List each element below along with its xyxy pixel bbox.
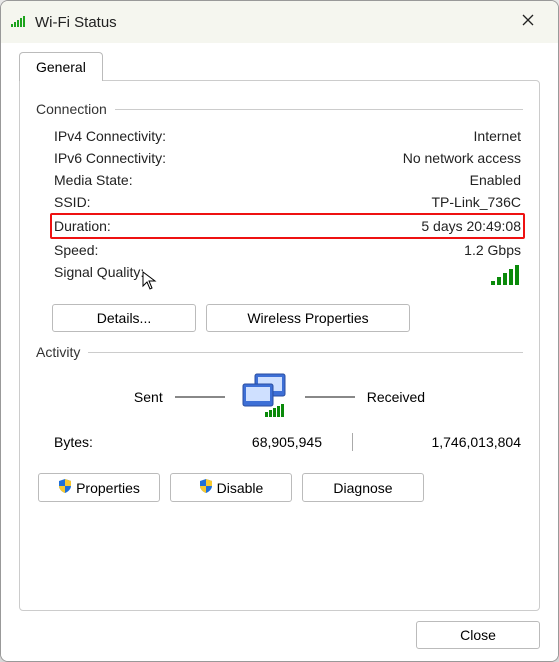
row-media-state: Media State: Enabled	[52, 169, 523, 191]
row-ipv4: IPv4 Connectivity: Internet	[52, 125, 523, 147]
row-ipv6: IPv6 Connectivity: No network access	[52, 147, 523, 169]
connection-group-label: Connection	[36, 101, 107, 117]
details-button[interactable]: Details...	[52, 304, 196, 332]
properties-button[interactable]: Properties	[38, 473, 160, 502]
duration-label: Duration:	[54, 218, 111, 234]
row-bytes: Bytes: 68,905,945 1,746,013,804	[36, 427, 523, 457]
divider-line	[175, 396, 225, 398]
close-button[interactable]: Close	[416, 621, 540, 649]
row-signal-quality: Signal Quality:	[52, 261, 523, 292]
bytes-divider	[352, 433, 353, 451]
window-title: Wi-Fi Status	[35, 14, 117, 31]
speed-label: Speed:	[54, 242, 98, 258]
diagnose-button[interactable]: Diagnose	[302, 473, 424, 502]
row-ssid: SSID: TP-Link_736C	[52, 191, 523, 213]
media-state-label: Media State:	[54, 172, 133, 188]
close-icon[interactable]	[508, 7, 548, 37]
properties-button-label: Properties	[76, 480, 140, 496]
disable-button[interactable]: Disable	[170, 473, 292, 502]
duration-value: 5 days 20:49:08	[421, 218, 521, 234]
ssid-value: TP-Link_736C	[432, 194, 522, 210]
bytes-received-value: 1,746,013,804	[363, 434, 521, 450]
tab-strip: General	[19, 51, 540, 80]
divider-line	[305, 396, 355, 398]
row-duration: Duration: 5 days 20:49:08	[50, 213, 525, 239]
tab-panel: Connection IPv4 Connectivity: Internet I…	[19, 80, 540, 611]
received-label: Received	[367, 389, 425, 405]
ipv4-label: IPv4 Connectivity:	[54, 128, 166, 144]
tab-general[interactable]: General	[19, 52, 103, 81]
speed-value: 1.2 Gbps	[464, 242, 521, 258]
ipv6-label: IPv6 Connectivity:	[54, 150, 166, 166]
signal-quality-label: Signal Quality:	[54, 264, 144, 289]
bytes-label: Bytes:	[54, 434, 164, 450]
activity-diagram: Sent	[36, 372, 523, 421]
media-state-value: Enabled	[470, 172, 521, 188]
connection-rows: IPv4 Connectivity: Internet IPv6 Connect…	[36, 125, 523, 292]
bytes-sent-value: 68,905,945	[164, 434, 342, 450]
connection-group-header: Connection	[36, 101, 523, 117]
computer-network-icon	[237, 372, 293, 421]
wifi-signal-icon	[11, 14, 27, 31]
uac-shield-icon	[199, 479, 213, 496]
ipv4-value: Internet	[474, 128, 521, 144]
wifi-status-window: Wi-Fi Status General Connection IPv4 Con…	[0, 0, 559, 662]
activity-group-label: Activity	[36, 344, 80, 360]
titlebar: Wi-Fi Status	[1, 1, 558, 43]
wireless-properties-button[interactable]: Wireless Properties	[206, 304, 410, 332]
diagnose-button-label: Diagnose	[333, 480, 392, 496]
disable-button-label: Disable	[217, 480, 264, 496]
row-speed: Speed: 1.2 Gbps	[52, 239, 523, 261]
activity-group-header: Activity	[36, 344, 523, 360]
signal-bars-icon	[491, 264, 521, 289]
sent-label: Sent	[134, 389, 163, 405]
uac-shield-icon	[58, 479, 72, 496]
ipv6-value: No network access	[403, 150, 521, 166]
ssid-label: SSID:	[54, 194, 91, 210]
